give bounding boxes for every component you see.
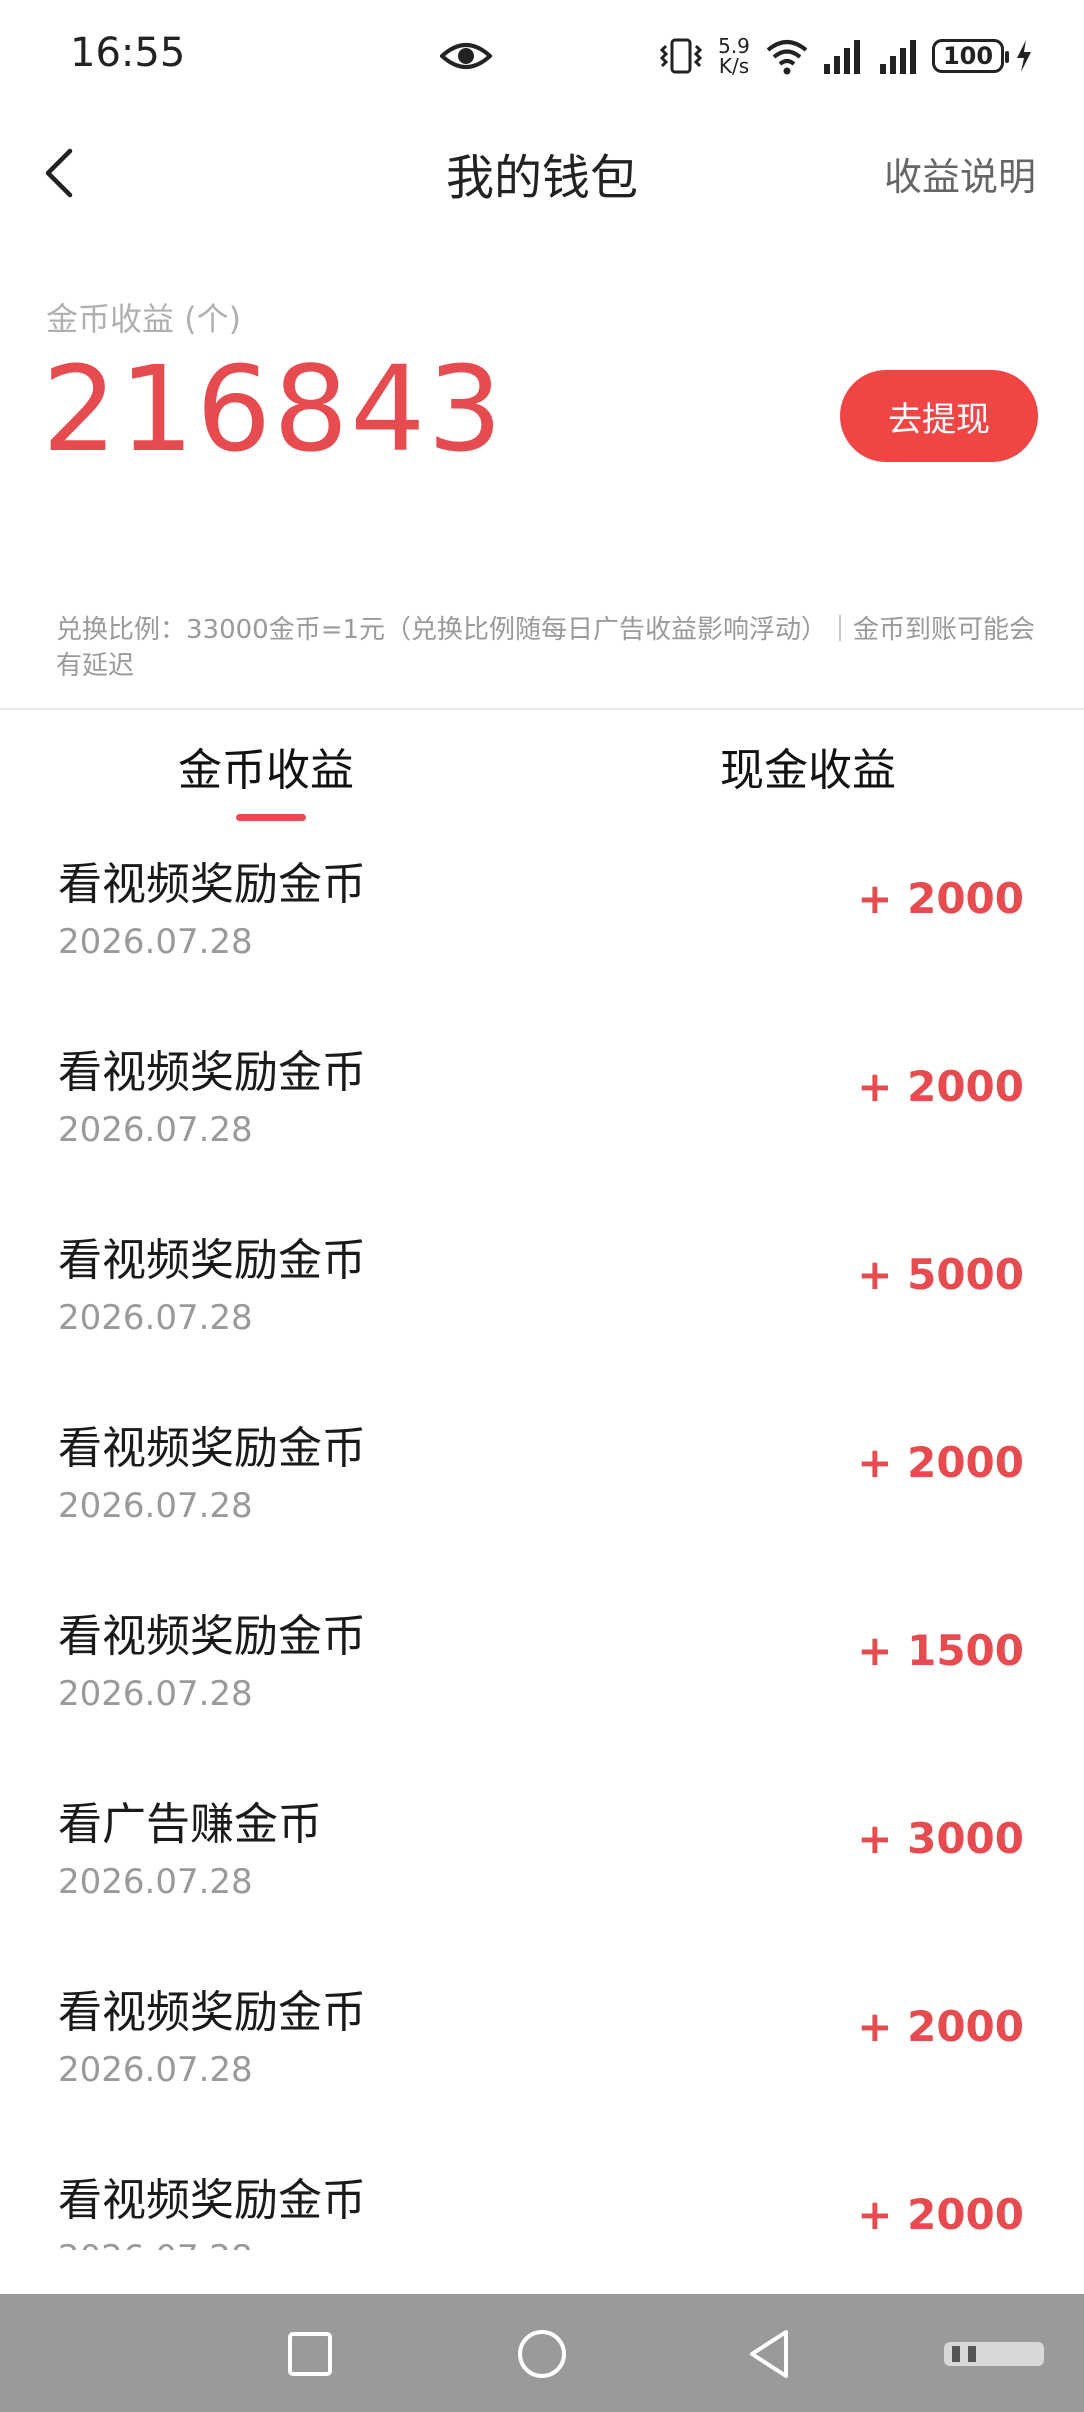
list-item[interactable]: 看视频奖励金币 2026.07.28 + 5000: [0, 1216, 1084, 1404]
record-amount: + 3000: [857, 1814, 1024, 1863]
list-item[interactable]: 看视频奖励金币 2026.07.28 + 2000: [0, 2156, 1084, 2250]
status-icons: 5.9 K/s 100: [658, 28, 1034, 84]
earnings-explanation-link[interactable]: 收益说明: [884, 146, 1036, 201]
record-title: 看视频奖励金币: [58, 1987, 366, 2038]
list-item[interactable]: 看视频奖励金币 2026.07.28 + 1500: [0, 1592, 1084, 1780]
record-title: 看视频奖励金币: [58, 1423, 366, 1474]
status-bar: 16:55 5.9 K/s 100: [0, 0, 1084, 110]
record-amount: + 2000: [857, 1062, 1024, 1111]
exchange-rate-notice: 兑换比例：33000金币=1元（兑换比例随每日广告收益影响浮动）｜金币到账可能会…: [56, 615, 1036, 681]
coin-balance-amount: 216843: [42, 340, 505, 478]
active-tab-indicator: [236, 814, 306, 821]
record-date: 2026.07.28: [58, 1674, 253, 1714]
record-title: 看视频奖励金币: [58, 2175, 366, 2226]
vibrate-icon: [659, 38, 703, 74]
record-date: 2026.07.28: [58, 2238, 253, 2250]
list-item[interactable]: 看视频奖励金币 2026.07.28 + 2000: [0, 840, 1084, 1028]
record-amount: + 1500: [857, 1626, 1024, 1675]
signal-icon-2: [880, 40, 916, 74]
eye-icon: [440, 43, 492, 69]
record-amount: + 5000: [857, 1250, 1024, 1299]
back-triangle-icon[interactable]: [740, 2324, 800, 2384]
wifi-icon: [766, 40, 808, 75]
net-speed: 5.9 K/s: [718, 34, 750, 78]
withdraw-button[interactable]: 去提现: [840, 370, 1038, 462]
record-date: 2026.07.28: [58, 1862, 253, 1902]
tab-cash-earnings[interactable]: 现金收益: [720, 734, 896, 798]
record-date: 2026.07.28: [58, 2050, 253, 2090]
tab-coin-earnings[interactable]: 金币收益: [178, 734, 354, 798]
list-item[interactable]: 看视频奖励金币 2026.07.28 + 2000: [0, 1028, 1084, 1216]
record-amount: + 2000: [857, 2190, 1024, 2239]
record-amount: + 2000: [857, 1438, 1024, 1487]
floating-bar-icon: [944, 2342, 1044, 2366]
charging-bolt-icon: [1017, 40, 1031, 72]
signal-icon: [824, 40, 860, 74]
recent-apps-icon[interactable]: [280, 2324, 340, 2384]
earnings-list[interactable]: 看视频奖励金币 2026.07.28 + 2000 看视频奖励金币 2026.0…: [0, 840, 1084, 2250]
record-date: 2026.07.28: [58, 1298, 253, 1338]
coin-balance-label: 金币收益 (个): [46, 300, 242, 338]
battery-indicator: 100: [932, 39, 1009, 73]
record-amount: + 2000: [857, 874, 1024, 923]
divider: [0, 708, 1084, 710]
list-item[interactable]: 看视频奖励金币 2026.07.28 + 2000: [0, 1968, 1084, 2156]
list-item[interactable]: 看广告赚金币 2026.07.28 + 3000: [0, 1780, 1084, 1968]
record-title: 看视频奖励金币: [58, 1047, 366, 1098]
nav-bar: 我的钱包 收益说明: [0, 120, 1084, 220]
record-title: 看视频奖励金币: [58, 1235, 366, 1286]
status-time: 16:55: [70, 30, 186, 76]
record-amount: + 2000: [857, 2002, 1024, 2051]
record-date: 2026.07.28: [58, 922, 253, 962]
record-title: 看视频奖励金币: [58, 859, 366, 910]
record-date: 2026.07.28: [58, 1486, 253, 1526]
home-icon[interactable]: [512, 2324, 572, 2384]
system-nav-bar: [0, 2294, 1084, 2412]
record-title: 看视频奖励金币: [58, 1611, 366, 1662]
record-title: 看广告赚金币: [58, 1799, 322, 1850]
list-item[interactable]: 看视频奖励金币 2026.07.28 + 2000: [0, 1404, 1084, 1592]
record-date: 2026.07.28: [58, 1110, 253, 1150]
